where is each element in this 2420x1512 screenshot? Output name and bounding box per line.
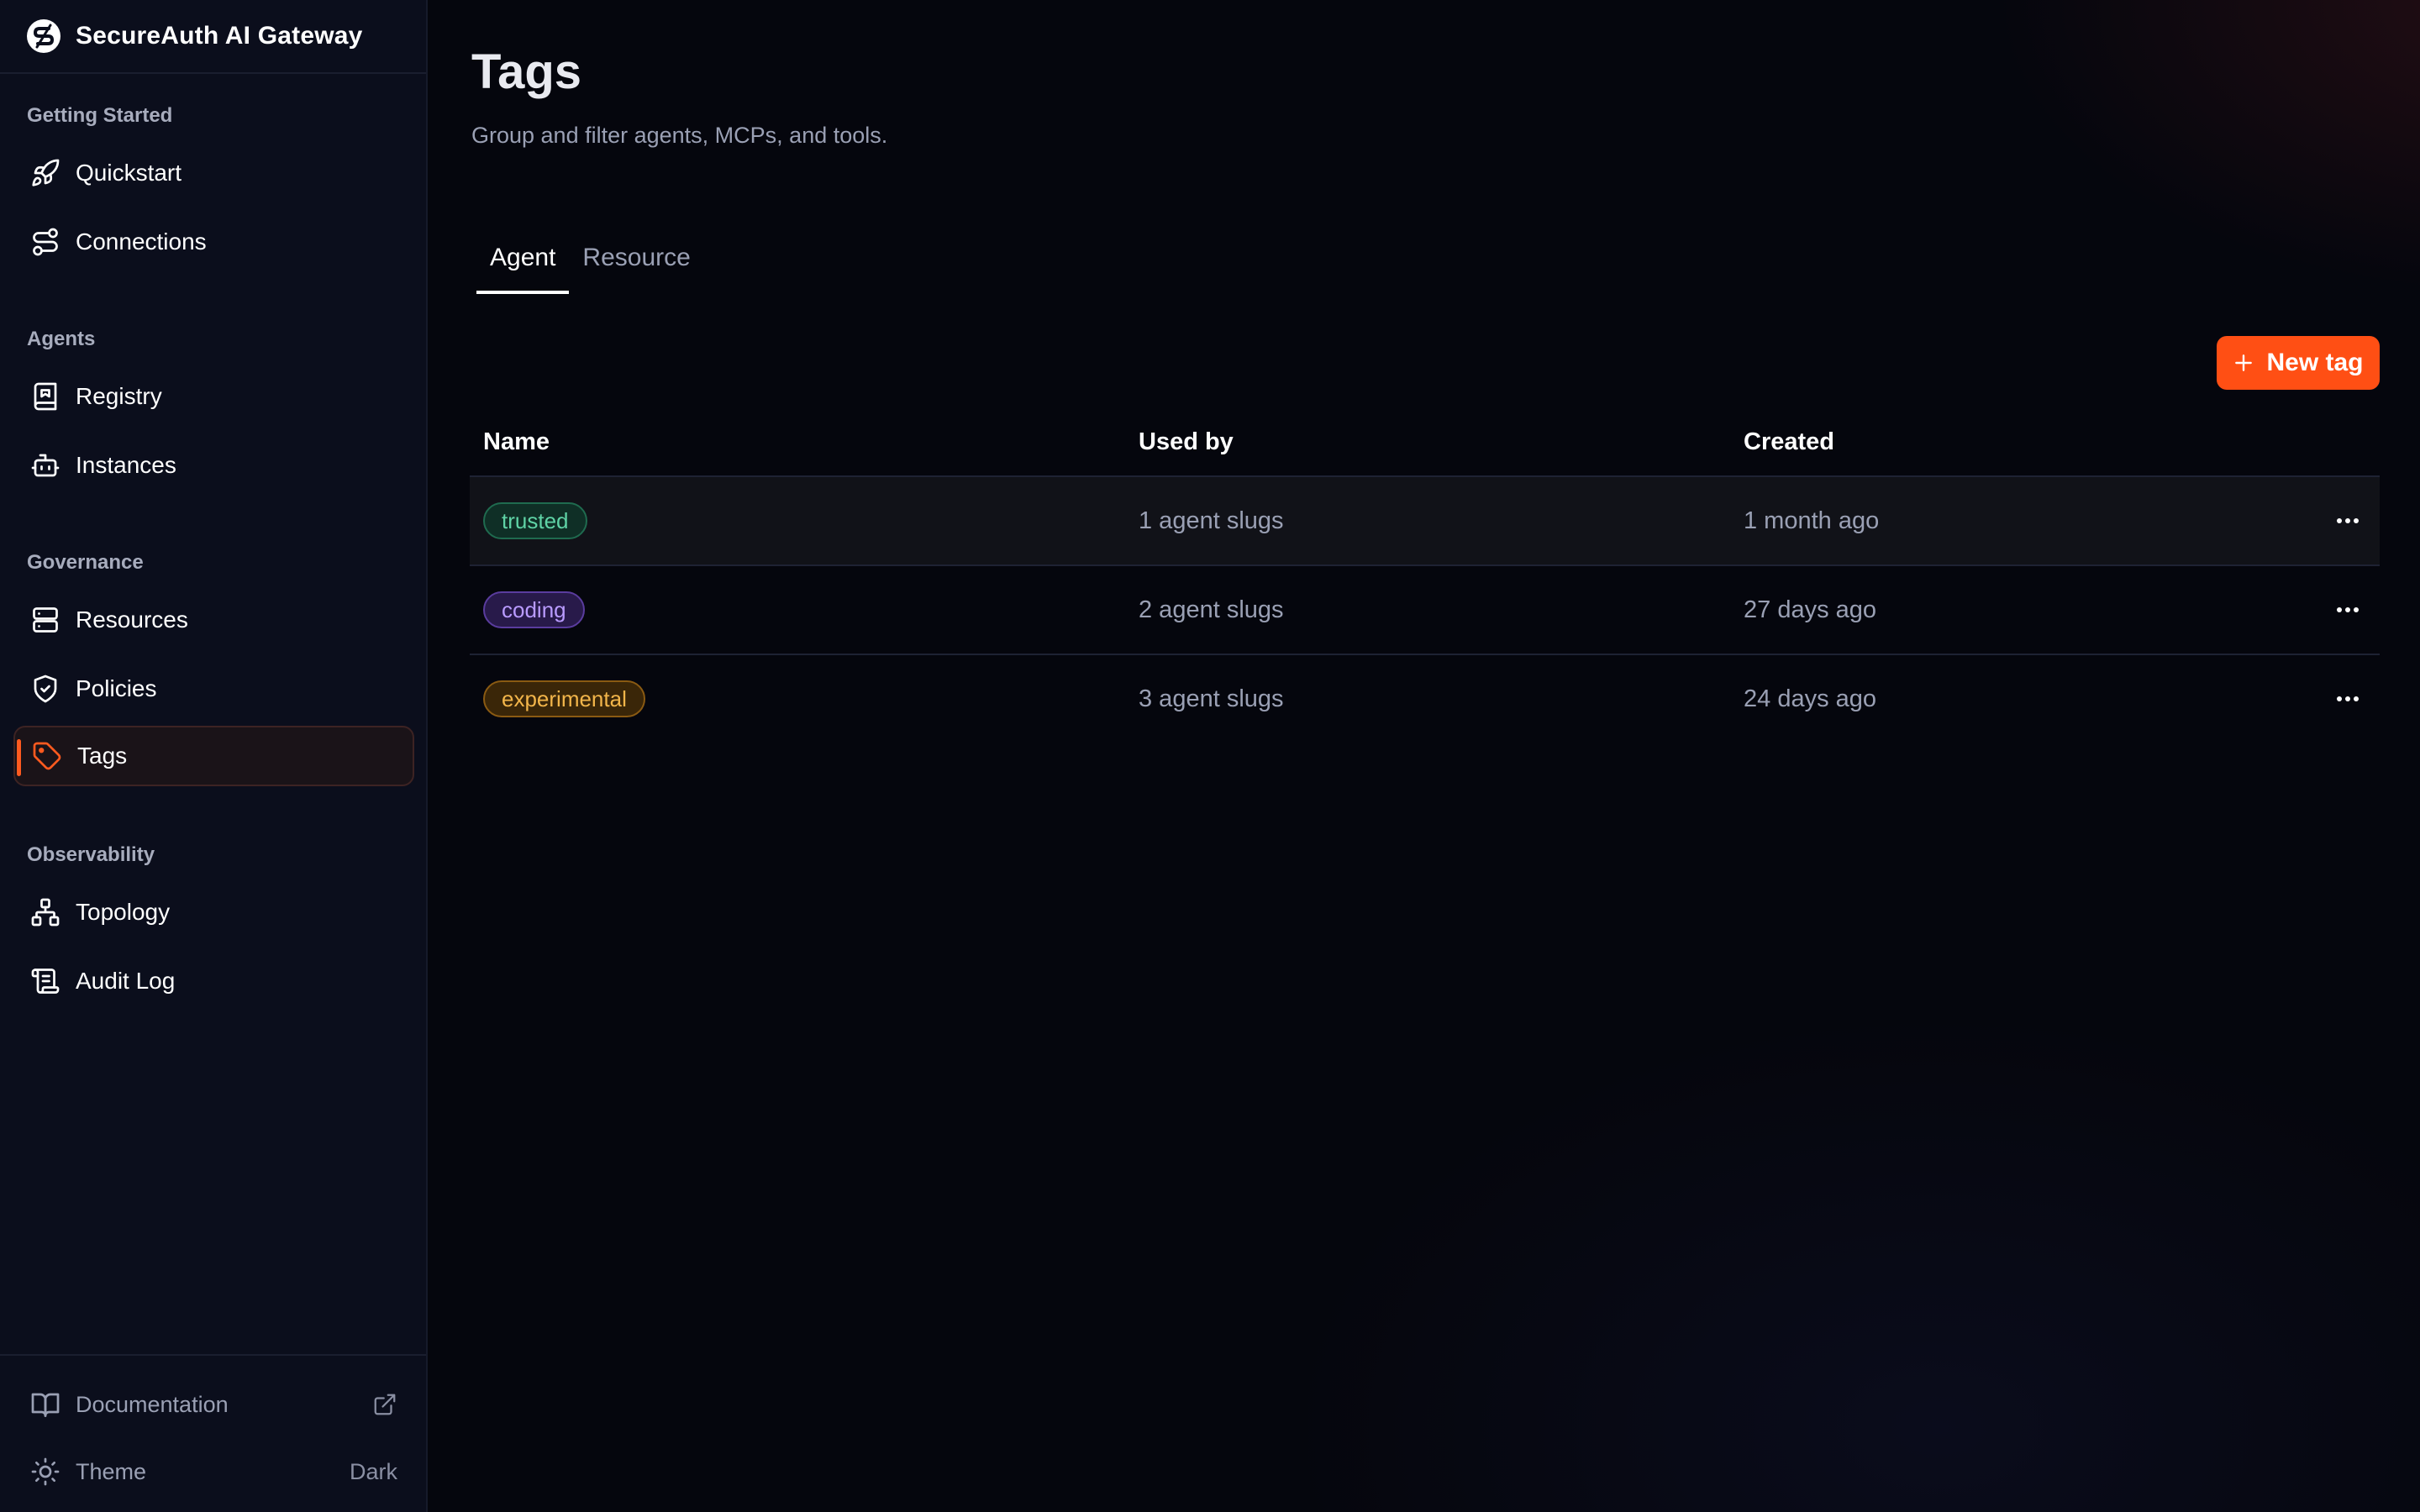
table-row[interactable]: experimental 3 agent slugs 24 days ago — [470, 655, 2380, 743]
column-header-name[interactable]: Name — [483, 428, 550, 456]
sidebar-item-label: Tags — [77, 743, 128, 769]
sidebar-item-instances[interactable]: Instances — [13, 435, 414, 496]
rocket-icon — [32, 159, 60, 186]
sidebar-item-label: Topology — [76, 899, 171, 925]
cell-name: experimental — [483, 655, 645, 743]
sidebar-item-resources[interactable]: Resources — [13, 590, 414, 650]
theme-value: Dark — [349, 1458, 397, 1484]
tab-bar: Agent Resource — [476, 244, 704, 294]
tab-resource[interactable]: Resource — [569, 244, 703, 294]
brand-header[interactable]: SecureAuth AI Gateway — [0, 0, 426, 74]
table-row[interactable]: trusted 1 agent slugs 1 month ago — [470, 477, 2380, 566]
brand-name: SecureAuth AI Gateway — [76, 22, 363, 50]
section-label-observability: Observability — [27, 843, 155, 866]
theme-label: Theme — [76, 1458, 147, 1484]
tag-badge-experimental[interactable]: experimental — [483, 680, 645, 717]
more-horizontal-icon — [2337, 518, 2359, 523]
sidebar-item-policies[interactable]: Policies — [13, 659, 414, 719]
sidebar: SecureAuth AI Gateway Getting Started Qu… — [0, 0, 428, 1512]
tags-table: Name Used by Created trusted 1 agent slu… — [470, 417, 2380, 743]
cell-name: coding — [483, 566, 585, 654]
sun-icon — [31, 1457, 60, 1486]
new-tag-button[interactable]: New tag — [2217, 336, 2380, 390]
sidebar-item-label: Instances — [76, 452, 176, 478]
row-actions-button[interactable] — [2327, 655, 2369, 743]
sidebar-item-label: Policies — [76, 675, 157, 701]
sidebar-item-connections[interactable]: Connections — [13, 212, 414, 272]
page-title: Tags — [471, 45, 582, 99]
logo-icon — [27, 19, 60, 53]
new-tag-label: New tag — [2266, 349, 2364, 376]
sidebar-item-label: Quickstart — [76, 160, 182, 186]
sidebar-item-label: Registry — [76, 383, 162, 409]
network-icon — [31, 898, 60, 927]
cell-created: 27 days ago — [1744, 596, 1877, 623]
sidebar-item-quickstart[interactable]: Quickstart — [13, 143, 414, 203]
bot-icon — [31, 454, 60, 477]
tag-icon — [33, 742, 61, 770]
app-root: SecureAuth AI Gateway Getting Started Qu… — [0, 0, 2420, 1512]
documentation-label: Documentation — [76, 1391, 229, 1417]
row-actions-button[interactable] — [2327, 566, 2369, 654]
shield-icon — [34, 675, 57, 703]
theme-toggle[interactable]: Theme Dark — [13, 1445, 414, 1499]
cell-created: 24 days ago — [1744, 685, 1877, 712]
section-label-agents: Agents — [27, 328, 96, 350]
cell-created: 1 month ago — [1744, 507, 1880, 534]
plus-icon — [2235, 354, 2253, 371]
row-actions-button[interactable] — [2327, 477, 2369, 564]
main-content: Tags Group and filter agents, MCPs, and … — [428, 0, 2420, 1512]
more-horizontal-icon — [2337, 607, 2359, 612]
cell-used-by: 2 agent slugs — [1139, 596, 1284, 623]
sidebar-item-label: Connections — [76, 228, 207, 255]
route-icon — [33, 228, 58, 256]
scroll-icon — [31, 969, 60, 994]
column-header-created[interactable]: Created — [1744, 428, 1834, 456]
tag-badge-coding[interactable]: coding — [483, 591, 585, 628]
server-icon — [33, 607, 58, 633]
cell-used-by: 3 agent slugs — [1139, 685, 1284, 712]
documentation-link[interactable]: Documentation — [13, 1378, 414, 1431]
book-icon — [34, 382, 57, 411]
page-subtitle: Group and filter agents, MCPs, and tools… — [471, 123, 888, 148]
tag-badge-trusted[interactable]: trusted — [483, 502, 587, 539]
table-header: Name Used by Created — [470, 417, 2380, 477]
cell-name: trusted — [483, 477, 587, 564]
sidebar-item-label: Resources — [76, 606, 188, 633]
sidebar-item-registry[interactable]: Registry — [13, 366, 414, 427]
cell-used-by: 1 agent slugs — [1139, 507, 1284, 534]
section-label-getting-started: Getting Started — [27, 104, 173, 127]
tab-agent[interactable]: Agent — [476, 244, 570, 294]
more-horizontal-icon — [2337, 696, 2359, 701]
section-label-governance: Governance — [27, 551, 144, 574]
external-link-icon — [374, 1394, 396, 1415]
sidebar-footer: Documentation Theme Dark — [0, 1354, 426, 1512]
book-open-icon — [31, 1393, 60, 1417]
table-row[interactable]: coding 2 agent slugs 27 days ago — [470, 566, 2380, 655]
column-header-used-by[interactable]: Used by — [1139, 428, 1234, 456]
sidebar-item-audit-log[interactable]: Audit Log — [13, 951, 414, 1011]
sidebar-item-topology[interactable]: Topology — [13, 882, 414, 942]
sidebar-item-label: Audit Log — [76, 968, 176, 994]
sidebar-item-tags[interactable]: Tags — [13, 726, 414, 786]
